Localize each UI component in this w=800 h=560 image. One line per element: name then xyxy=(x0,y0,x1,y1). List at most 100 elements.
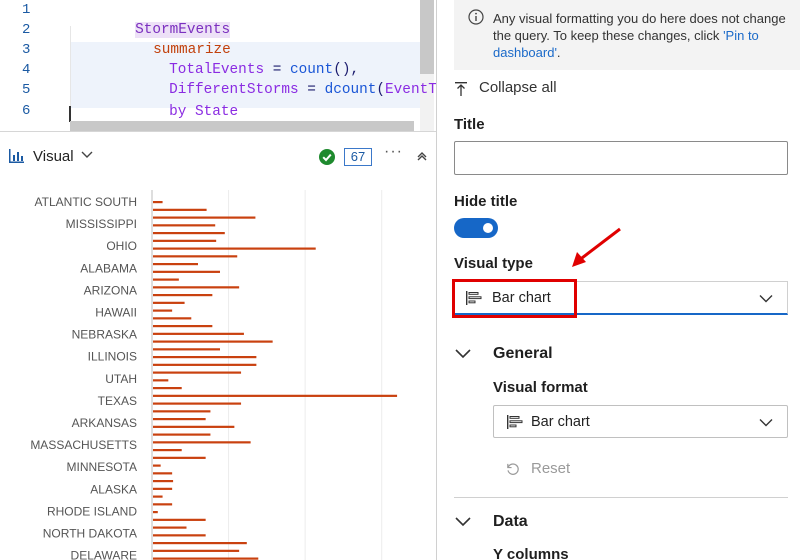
hide-title-toggle[interactable] xyxy=(454,218,498,238)
category-tick-label: NORTH DAKOTA xyxy=(43,527,137,541)
chart-bar[interactable] xyxy=(153,232,225,235)
chart-bar[interactable] xyxy=(153,410,211,413)
chart-bar[interactable] xyxy=(153,480,174,483)
chart-bar[interactable] xyxy=(153,224,216,227)
chart-bar[interactable] xyxy=(153,534,206,537)
title-label: Title xyxy=(454,116,485,133)
category-tick-label: RHODE ISLAND xyxy=(47,504,137,518)
chart-bar[interactable] xyxy=(153,456,206,459)
category-tick-label: TEXAS xyxy=(98,394,137,408)
line-number: 2 xyxy=(22,22,31,38)
code-line-5[interactable]: by State xyxy=(100,82,238,120)
chart-bar[interactable] xyxy=(153,270,220,273)
chart-bar[interactable] xyxy=(153,518,206,521)
info-banner: Any visual formatting you do here does n… xyxy=(454,0,800,70)
chevron-down-icon[interactable] xyxy=(454,513,472,531)
column-token: EventType xyxy=(385,82,436,98)
text-caret xyxy=(69,106,71,122)
chart-bar[interactable] xyxy=(153,503,173,506)
chart-bar[interactable] xyxy=(153,433,211,436)
chart-bar[interactable] xyxy=(153,464,161,467)
chart-bar[interactable] xyxy=(153,472,173,475)
chart-bar[interactable] xyxy=(153,387,182,390)
visual-format-dropdown[interactable]: Bar chart xyxy=(493,405,788,438)
chart-bar[interactable] xyxy=(153,208,207,211)
chart-bar[interactable] xyxy=(153,371,242,374)
chart-bar[interactable] xyxy=(153,348,220,351)
chart-bar[interactable] xyxy=(153,239,217,242)
code-content[interactable]: StormEvents summarize TotalEvents = coun… xyxy=(66,0,436,131)
chart-bar[interactable] xyxy=(153,317,192,320)
code-line-1[interactable]: StormEvents xyxy=(66,0,231,38)
chart-bar[interactable] xyxy=(153,278,179,281)
annotation-arrow-icon xyxy=(572,227,621,267)
chart-bar[interactable] xyxy=(153,487,173,490)
info-message: Any visual formatting you do here does n… xyxy=(493,10,793,61)
result-count-badge[interactable]: 67 xyxy=(344,148,372,166)
chart-bar[interactable] xyxy=(153,549,240,552)
general-section-header[interactable]: General xyxy=(493,345,553,363)
chevron-down-icon[interactable] xyxy=(454,345,472,363)
chart-bar[interactable] xyxy=(153,340,273,343)
category-tick-label: ALABAMA xyxy=(80,261,137,275)
line-number: 4 xyxy=(22,62,31,78)
chart-bar[interactable] xyxy=(153,325,213,328)
chart-bar[interactable] xyxy=(153,542,247,545)
code-line-3[interactable]: TotalEvents = count(), xyxy=(100,40,359,78)
pane-divider[interactable] xyxy=(436,0,437,560)
function-token: dcount xyxy=(324,82,377,98)
code-line-4[interactable]: DifferentStorms = dcount(EventType) xyxy=(100,60,436,98)
chart-bar[interactable] xyxy=(153,394,398,397)
category-tick-label: DELAWARE xyxy=(71,549,137,560)
reset-label: Reset xyxy=(531,460,571,477)
title-input[interactable] xyxy=(454,141,788,175)
code-line-2[interactable]: summarize xyxy=(84,20,231,58)
chevron-down-icon xyxy=(759,295,773,303)
chevron-down-icon[interactable] xyxy=(80,147,94,161)
query-editor[interactable]: 1 2 3 4 5 6 StormEvents summarize TotalE… xyxy=(0,0,436,132)
category-tick-label: ARKANSAS xyxy=(72,416,137,430)
visual-header: Visual 67 ··· xyxy=(0,133,436,179)
category-tick-label: MISSISSIPPI xyxy=(66,217,137,231)
more-icon[interactable]: ··· xyxy=(384,143,403,161)
chevron-up-icon[interactable] xyxy=(415,149,429,163)
chart-bar[interactable] xyxy=(153,309,173,312)
chart-bar[interactable] xyxy=(153,379,169,382)
category-tick-label: UTAH xyxy=(105,372,137,386)
bar-chart: ATLANTIC SOUTH MISSISSIPPI OHIO ALABAMA ARIZ… xyxy=(0,180,436,560)
chart-bar[interactable] xyxy=(153,216,256,219)
chart-bar[interactable] xyxy=(153,301,185,304)
chart-bar[interactable] xyxy=(153,557,259,560)
toggle-knob xyxy=(483,223,493,233)
category-tick-label: MASSACHUSETTS xyxy=(30,438,137,452)
chart-bar[interactable] xyxy=(153,402,242,405)
chart-bar[interactable] xyxy=(153,526,187,529)
chart-bar[interactable] xyxy=(153,425,235,428)
line-number: 6 xyxy=(22,103,31,119)
visual-tab-label[interactable]: Visual xyxy=(33,148,74,165)
line-number: 3 xyxy=(22,42,31,58)
chart-bar[interactable] xyxy=(153,449,182,452)
chart-bar[interactable] xyxy=(153,286,240,289)
chart-bar[interactable] xyxy=(153,255,238,258)
punct-token: ( xyxy=(376,82,386,98)
data-section-header[interactable]: Data xyxy=(493,513,528,531)
visual-type-label: Visual type xyxy=(454,255,533,272)
chart-bar[interactable] xyxy=(153,363,257,366)
chart-bar[interactable] xyxy=(153,263,198,266)
chart-bar[interactable] xyxy=(153,418,206,421)
chart-bar[interactable] xyxy=(153,495,163,498)
editor-horizontal-scrollbar[interactable] xyxy=(70,121,414,131)
chart-bar[interactable] xyxy=(153,332,244,335)
section-divider xyxy=(454,497,788,498)
chart-bar[interactable] xyxy=(153,356,257,359)
line-number: 1 xyxy=(22,2,31,18)
chart-bar[interactable] xyxy=(153,294,213,297)
chart-bar[interactable] xyxy=(153,201,163,204)
code-line-6[interactable]: render piechart xyxy=(84,103,283,131)
highlight-box xyxy=(452,279,577,318)
chart-bar[interactable] xyxy=(153,247,316,250)
chart-bar[interactable] xyxy=(153,511,158,514)
success-check-icon xyxy=(319,149,335,165)
chart-bar[interactable] xyxy=(153,441,251,444)
